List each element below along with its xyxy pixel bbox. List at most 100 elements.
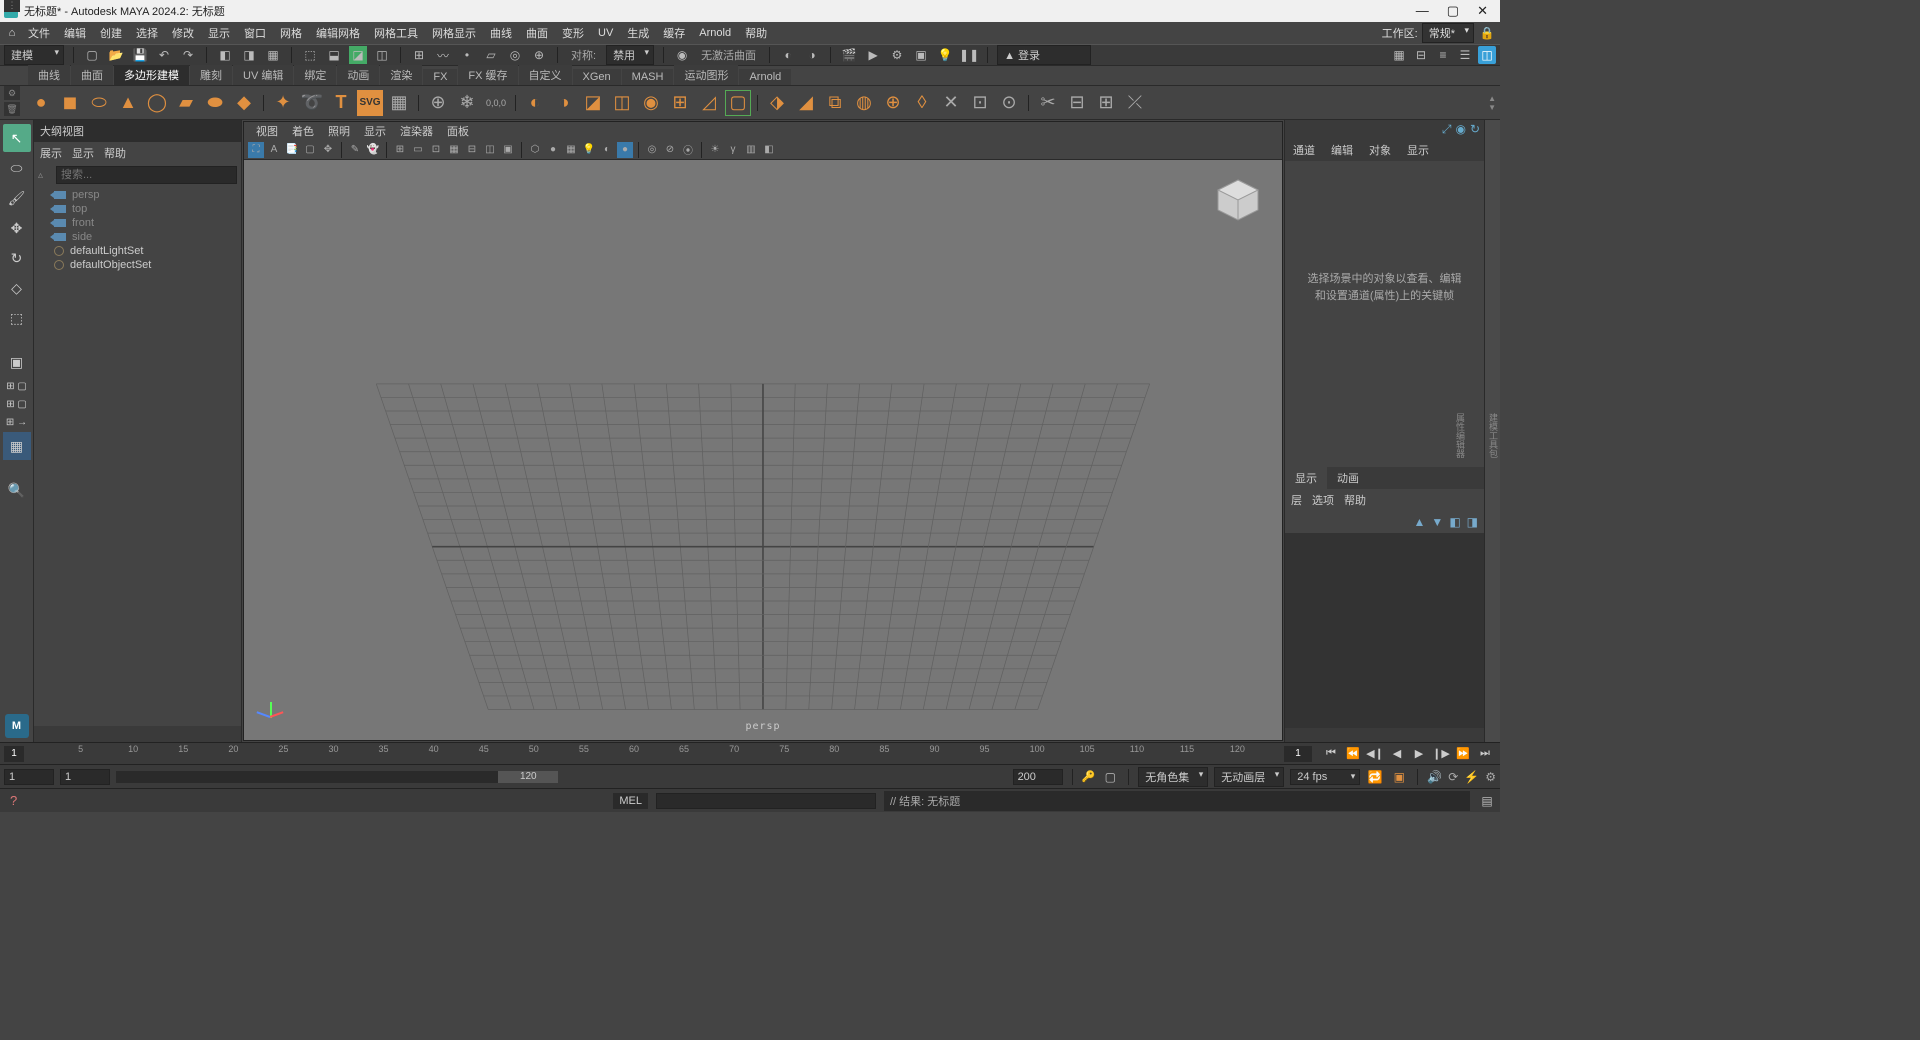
anim-layer-dropdown[interactable]: 无动画层 xyxy=(1214,767,1284,787)
pause-icon[interactable]: ❚❚ xyxy=(960,46,978,64)
snap-grid-icon[interactable]: ⊞ xyxy=(410,46,428,64)
poly-plane-icon[interactable]: ▰ xyxy=(173,90,199,116)
poly-disc-icon[interactable]: ⬬ xyxy=(202,90,228,116)
shelf-tab-xgen[interactable]: XGen xyxy=(573,69,621,85)
poly-superellipse-icon[interactable]: ✦ xyxy=(270,90,296,116)
gamma-icon[interactable]: γ xyxy=(725,142,741,158)
mirror-icon[interactable]: ◫ xyxy=(609,90,635,116)
menu-file[interactable]: 文件 xyxy=(22,23,56,43)
menu-mesh-tools[interactable]: 网格工具 xyxy=(368,23,424,43)
poly-torus-icon[interactable]: ◯ xyxy=(144,90,170,116)
layer-move-down-icon[interactable]: ▼ xyxy=(1431,515,1443,529)
lock-icon[interactable]: 🔒 xyxy=(1478,24,1496,42)
content-browser-icon[interactable]: ▦ xyxy=(386,90,412,116)
shelf-tab-uvediting[interactable]: UV 编辑 xyxy=(233,65,293,85)
image-plane-icon[interactable]: ▢ xyxy=(302,142,318,158)
fps-dropdown[interactable]: 24 fps xyxy=(1290,769,1360,785)
cached-playback-icon[interactable]: ⟳ xyxy=(1448,770,1458,784)
auto-key-icon[interactable]: ▢ xyxy=(1101,768,1119,786)
mask-uv-icon[interactable]: ◫ xyxy=(373,46,391,64)
step-back-key-icon[interactable]: ⏪ xyxy=(1344,746,1362,762)
xray-icon[interactable]: ⊘ xyxy=(662,142,678,158)
select-camera-icon[interactable]: ⛶ xyxy=(248,142,264,158)
lasso-tool[interactable]: ⬭ xyxy=(3,154,31,182)
offset-edge-loop-icon[interactable]: ⊞ xyxy=(1093,90,1119,116)
menu-mesh-display[interactable]: 网格显示 xyxy=(426,23,482,43)
range-slider[interactable]: 120 xyxy=(116,771,558,783)
modeling-toolkit-tab[interactable]: 建模工具包 xyxy=(1487,413,1500,458)
snap-point-icon[interactable]: • xyxy=(458,46,476,64)
textured-icon[interactable]: ▦ xyxy=(563,142,579,158)
poly-spiral-icon[interactable]: ➰ xyxy=(299,90,325,116)
menu-set-dropdown[interactable]: 建模 xyxy=(4,45,64,65)
outliner-node-persp[interactable]: persp xyxy=(40,188,235,202)
menu-create[interactable]: 创建 xyxy=(94,23,128,43)
light-editor-icon[interactable]: 💡 xyxy=(936,46,954,64)
channel-tab-show[interactable]: 显示 xyxy=(1399,139,1437,161)
mask-edge-icon[interactable]: ⬓ xyxy=(325,46,343,64)
menu-select[interactable]: 选择 xyxy=(130,23,164,43)
bridge-icon[interactable]: ⧉ xyxy=(822,90,848,116)
rotate-tool[interactable]: ↻ xyxy=(3,244,31,272)
channel-tab-channels[interactable]: 通道 xyxy=(1285,139,1323,161)
center-pivot-icon[interactable]: ⊕ xyxy=(425,90,451,116)
grid-icon[interactable]: ⊞ xyxy=(392,142,408,158)
poly-sphere-icon[interactable]: ● xyxy=(28,90,54,116)
outliner-node-top[interactable]: top xyxy=(40,202,235,216)
loop-icon[interactable]: 🔁 xyxy=(1366,768,1384,786)
layers-scroll[interactable] xyxy=(1285,728,1484,742)
outliner-search-input[interactable] xyxy=(56,166,237,184)
shelf-tab-curves[interactable]: 曲线 xyxy=(28,65,70,85)
outliner-menu-show[interactable]: 显示 xyxy=(72,145,94,161)
menu-edit[interactable]: 编辑 xyxy=(58,23,92,43)
triangulate-icon[interactable]: ◿ xyxy=(696,90,722,116)
outliner-menu-display[interactable]: 展示 xyxy=(40,145,62,161)
bookmarks-icon[interactable]: 📑 xyxy=(284,142,300,158)
redo-icon[interactable]: ↷ xyxy=(179,46,197,64)
set-key-icon[interactable]: 🔑 xyxy=(1082,770,1096,783)
last-tool[interactable]: ⬚ xyxy=(3,304,31,332)
shadows-icon[interactable]: ◐ xyxy=(599,142,615,158)
xray-joints-icon[interactable]: ⦿ xyxy=(680,142,696,158)
safe-title-icon[interactable]: ▣ xyxy=(500,142,516,158)
layers-list[interactable] xyxy=(1285,533,1484,729)
minimize-button[interactable]: — xyxy=(1416,3,1429,19)
layer-menu-options[interactable]: 选项 xyxy=(1312,492,1334,508)
layer-menu-help[interactable]: 帮助 xyxy=(1344,492,1366,508)
outliner-filter-icon[interactable]: ▵ xyxy=(38,170,52,181)
separate-icon[interactable]: ◑ xyxy=(551,90,577,116)
shelf-tab-surfaces[interactable]: 曲面 xyxy=(71,65,113,85)
menu-help[interactable]: 帮助 xyxy=(739,23,773,43)
range-end-field[interactable] xyxy=(1013,769,1063,785)
viewport-3d[interactable]: persp xyxy=(244,160,1282,740)
layout-four-icon[interactable]: ▦ xyxy=(3,432,31,460)
layout-add3-icon[interactable]: ⊞ → xyxy=(3,414,31,430)
select-tool[interactable]: ↖ xyxy=(3,124,31,152)
go-start-icon[interactable]: ⏮ xyxy=(1322,746,1340,762)
time-slider[interactable]: 1 51015202530354045505560657075808590951… xyxy=(0,742,1500,764)
reset-transforms-icon[interactable]: 0,0,0 xyxy=(483,90,509,116)
range-start-field[interactable] xyxy=(4,769,54,785)
mask-vertex-icon[interactable]: ⬚ xyxy=(301,46,319,64)
snap-curve-icon[interactable]: 〰 xyxy=(434,46,452,64)
menu-windows[interactable]: 窗口 xyxy=(238,23,272,43)
channel-tool-2-icon[interactable]: ◉ xyxy=(1455,122,1465,137)
menu-curves[interactable]: 曲线 xyxy=(484,23,518,43)
ghosting-icon[interactable]: 👻 xyxy=(365,142,381,158)
layer-new-empty-icon[interactable]: ◧ xyxy=(1449,515,1460,529)
ipr-render-icon[interactable]: ▶ xyxy=(864,46,882,64)
fill-hole-icon[interactable]: ◍ xyxy=(851,90,877,116)
select-mode-comp-icon[interactable]: ▦ xyxy=(264,46,282,64)
extrude-icon[interactable]: ⬗ xyxy=(764,90,790,116)
use-lights-icon[interactable]: 💡 xyxy=(581,142,597,158)
outliner-node-front[interactable]: front xyxy=(40,216,235,230)
shelf-tab-fxcaching[interactable]: FX 缓存 xyxy=(458,65,517,85)
outliner-node-defaultlightset[interactable]: defaultLightSet xyxy=(40,244,235,258)
poly-cube-icon[interactable]: ◼ xyxy=(57,90,83,116)
audio-icon[interactable]: 🔊 xyxy=(1427,770,1442,784)
poly-cylinder-icon[interactable]: ⬭ xyxy=(86,90,112,116)
outliner-scroll[interactable] xyxy=(34,726,241,742)
shelf-tab-mash[interactable]: MASH xyxy=(622,69,674,85)
render-view-icon[interactable]: ▣ xyxy=(912,46,930,64)
render-settings-icon[interactable]: ⚙ xyxy=(888,46,906,64)
